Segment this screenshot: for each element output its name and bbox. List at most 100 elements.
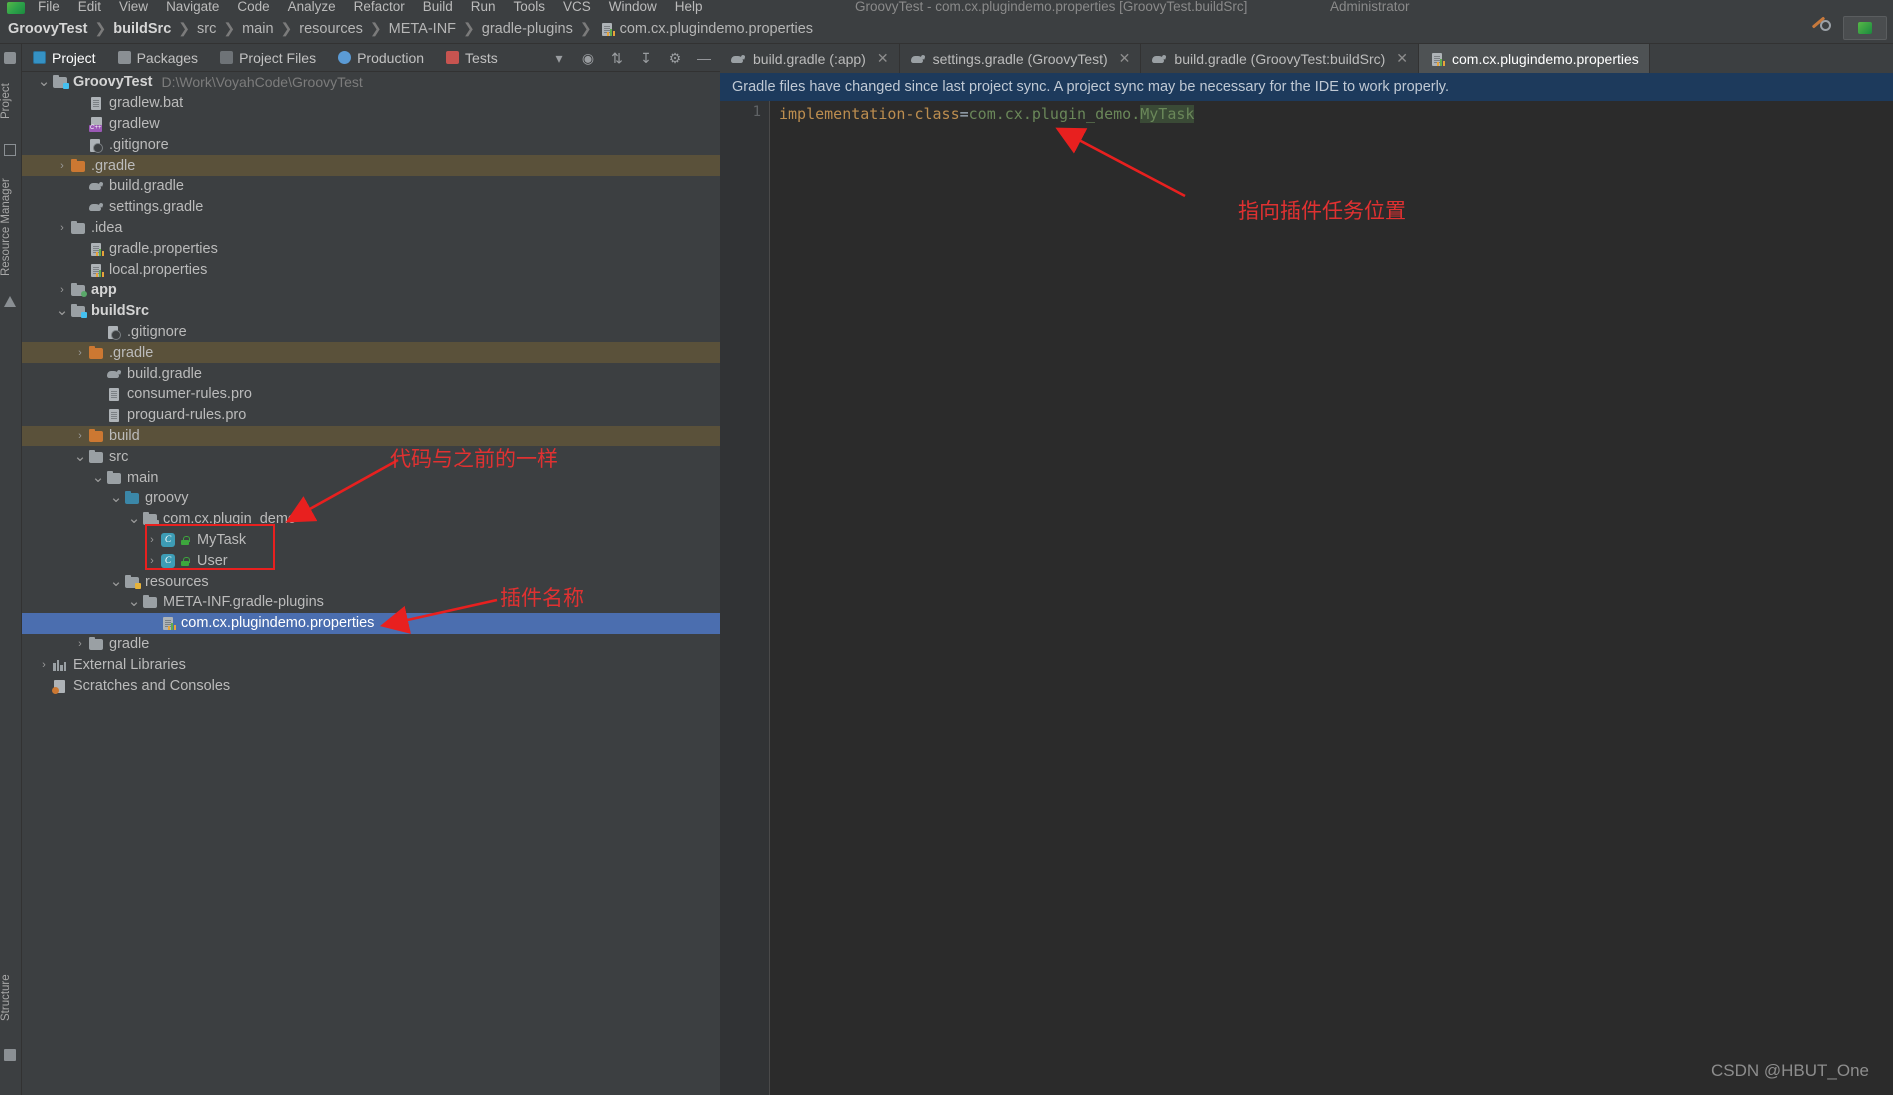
tree-node-app[interactable]: › app: [22, 280, 720, 301]
tree-node-groovytest[interactable]: ⌄ GroovyTest D:\Work\VoyahCode\GroovyTest: [22, 72, 720, 93]
hide-window-icon[interactable]: —: [696, 50, 712, 66]
breadcrumb-item-buildsrc[interactable]: buildSrc: [113, 21, 171, 37]
expand-all-icon[interactable]: ⇅: [609, 50, 625, 66]
tree-node-buildsrc[interactable]: ⌄ buildSrc: [22, 301, 720, 322]
menu-edit[interactable]: Edit: [69, 0, 110, 14]
breadcrumb-item-resources[interactable]: resources: [299, 21, 363, 37]
tree-node-settings-gradle[interactable]: settings.gradle: [22, 197, 720, 218]
breadcrumb-separator: ❯: [463, 20, 475, 36]
editor-tab-label: build.gradle (GroovyTest:buildSrc): [1174, 50, 1386, 67]
menu-refactor[interactable]: Refactor: [345, 0, 414, 14]
tab-tests[interactable]: Tests: [435, 44, 509, 72]
tree-node-idea[interactable]: › .idea: [22, 218, 720, 239]
run-device-button[interactable]: [1843, 16, 1887, 40]
strip-label-project[interactable]: Project: [0, 66, 22, 136]
breadcrumb-item-meta-inf[interactable]: META-INF: [389, 21, 456, 37]
chevron-right-icon[interactable]: ›: [54, 222, 70, 234]
chevron-right-icon[interactable]: ›: [72, 638, 88, 650]
chevron-right-icon[interactable]: ›: [72, 430, 88, 442]
chevron-down-icon[interactable]: ▾: [551, 50, 567, 66]
settings-gear-icon[interactable]: ⚙: [667, 50, 683, 66]
tree-node-gitignore[interactable]: .gitignore: [22, 322, 720, 343]
tree-node-src[interactable]: ⌄ src: [22, 446, 720, 467]
tree-node-build-gradle[interactable]: build.gradle: [22, 363, 720, 384]
breadcrumb-item-gradle-plugins[interactable]: gradle-plugins: [482, 21, 573, 37]
menu-window[interactable]: Window: [600, 0, 666, 14]
chevron-down-icon[interactable]: ⌄: [126, 511, 142, 526]
editor-code[interactable]: implementation-class=com.cx.plugin_demo.…: [771, 101, 1893, 1095]
tab-production[interactable]: Production: [327, 44, 435, 72]
breadcrumb-item-project[interactable]: GroovyTest: [8, 21, 88, 37]
collapse-all-icon[interactable]: ↧: [638, 50, 654, 66]
file-icon: [88, 95, 104, 111]
editor-tab-settings-gradle[interactable]: settings.gradle (GroovyTest) ✕: [900, 44, 1142, 73]
breadcrumb-item-properties-file[interactable]: com.cx.plugindemo.properties: [599, 21, 813, 37]
locate-icon[interactable]: ◉: [580, 50, 596, 66]
tab-project-files[interactable]: Project Files: [209, 44, 327, 72]
menu-build[interactable]: Build: [414, 0, 462, 14]
tree-node-scratches-and-consoles[interactable]: Scratches and Consoles: [22, 675, 720, 696]
chevron-down-icon[interactable]: ⌄: [126, 594, 142, 609]
tree-node-mytask[interactable]: › C MyTask: [22, 530, 720, 551]
menu-run[interactable]: Run: [462, 0, 505, 14]
tree-node-build[interactable]: › build: [22, 425, 720, 447]
breadcrumb-item-src[interactable]: src: [197, 21, 216, 37]
tree-node-main[interactable]: ⌄ main: [22, 467, 720, 488]
tree-node-gradle[interactable]: › .gradle: [22, 155, 720, 176]
tree-node-gradlew[interactable]: gradlew: [22, 114, 720, 135]
chevron-down-icon[interactable]: ⌄: [72, 449, 88, 464]
breadcrumb-item-main[interactable]: main: [242, 21, 273, 37]
menu-vcs[interactable]: VCS: [554, 0, 600, 14]
build-wrench-icon[interactable]: [1809, 18, 1831, 38]
menu-tools[interactable]: Tools: [505, 0, 555, 14]
tree-node-gradle[interactable]: › .gradle: [22, 342, 720, 364]
gradle-sync-banner: Gradle files have changed since last pro…: [720, 73, 1893, 101]
editor-tab-build-gradle-app[interactable]: build.gradle (:app) ✕: [720, 44, 900, 73]
chevron-down-icon[interactable]: ⌄: [108, 490, 124, 505]
menu-help[interactable]: Help: [666, 0, 712, 14]
tree-node-com-cx-plugin-demo[interactable]: ⌄ com.cx.plugin_demo: [22, 509, 720, 530]
tree-node-groovy[interactable]: ⌄ groovy: [22, 488, 720, 509]
tree-node-user[interactable]: › C User: [22, 550, 720, 571]
menu-analyze[interactable]: Analyze: [279, 0, 345, 14]
tree-node-gradle[interactable]: › gradle: [22, 634, 720, 655]
strip-label-resource-manager[interactable]: Resource Manager: [0, 162, 22, 292]
close-icon[interactable]: ✕: [1396, 50, 1408, 67]
project-tree[interactable]: ⌄ GroovyTest D:\Work\VoyahCode\GroovyTest …: [22, 72, 720, 1095]
tree-node-gitignore[interactable]: .gitignore: [22, 134, 720, 155]
editor-tab-plugindemo-properties[interactable]: com.cx.plugindemo.properties: [1419, 44, 1650, 73]
chevron-down-icon[interactable]: ⌄: [90, 470, 106, 485]
tree-node-meta-inf-gradle-plugins[interactable]: ⌄ META-INF.gradle-plugins: [22, 592, 720, 613]
tree-node-proguard-rules-pro[interactable]: proguard-rules.pro: [22, 405, 720, 426]
tree-node-gradle-properties[interactable]: gradle.properties: [22, 238, 720, 259]
code-equals: =: [959, 105, 969, 123]
chevron-right-icon[interactable]: ›: [54, 284, 70, 296]
editor-tab-build-gradle-buildsrc[interactable]: build.gradle (GroovyTest:buildSrc) ✕: [1141, 44, 1420, 73]
menu-code[interactable]: Code: [228, 0, 278, 14]
tree-node-local-properties[interactable]: local.properties: [22, 259, 720, 280]
chevron-down-icon[interactable]: ⌄: [108, 574, 124, 589]
tree-node-com-cx-plugindemo-properties[interactable]: com.cx.plugindemo.properties: [22, 612, 720, 634]
tree-node-build-gradle[interactable]: build.gradle: [22, 176, 720, 197]
chevron-right-icon[interactable]: ›: [72, 347, 88, 359]
tab-project[interactable]: Project: [22, 44, 107, 72]
tree-node-gradlew-bat[interactable]: gradlew.bat: [22, 93, 720, 114]
menu-navigate[interactable]: Navigate: [157, 0, 228, 14]
gradle-icon: [1151, 51, 1167, 67]
strip-label-structure[interactable]: Structure: [0, 957, 22, 1039]
tree-node-consumer-rules-pro[interactable]: consumer-rules.pro: [22, 384, 720, 405]
chevron-down-icon[interactable]: ⌄: [54, 303, 70, 318]
tree-node-resources[interactable]: ⌄ resources: [22, 571, 720, 592]
chevron-right-icon[interactable]: ›: [36, 659, 52, 671]
close-icon[interactable]: ✕: [877, 50, 889, 67]
menu-view[interactable]: View: [110, 0, 157, 14]
chevron-right-icon[interactable]: ›: [54, 160, 70, 172]
menu-file[interactable]: File: [29, 0, 69, 14]
tree-node-label: META-INF.gradle-plugins: [163, 594, 324, 611]
close-icon[interactable]: ✕: [1119, 50, 1131, 67]
chevron-down-icon[interactable]: ⌄: [36, 74, 52, 89]
tab-packages[interactable]: Packages: [107, 44, 209, 72]
tree-node-external-libraries[interactable]: › External Libraries: [22, 654, 720, 675]
